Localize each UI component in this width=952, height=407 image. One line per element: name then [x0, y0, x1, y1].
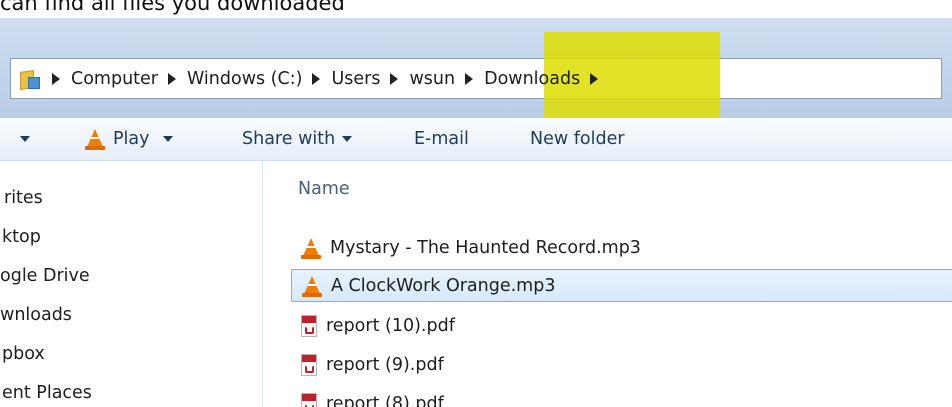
pdf-icon	[301, 392, 317, 407]
file-row-selected[interactable]: A ClockWork Orange.mp3	[291, 269, 952, 302]
chevron-right-icon[interactable]	[465, 72, 474, 85]
address-bar-region: Computer Windows (C:) Users wsun Downloa…	[0, 18, 952, 118]
new-folder-label: New folder	[530, 129, 625, 149]
chevron-down-icon	[342, 136, 353, 142]
nav-item-recent-places[interactable]: ent Places	[2, 380, 92, 406]
nav-item-dropbox[interactable]: pbox	[2, 341, 45, 367]
breadcrumb-users[interactable]: Users	[331, 69, 380, 89]
folder-icon	[18, 67, 42, 91]
file-row[interactable]: report (8).pdf	[291, 387, 952, 407]
caption-text: can find all files you downloaded	[0, 0, 345, 15]
new-folder-button[interactable]: New folder	[530, 118, 625, 160]
nav-item-desktop[interactable]: ktop	[2, 224, 41, 250]
organize-dropdown-button[interactable]	[11, 118, 30, 160]
chevron-right-icon[interactable]	[390, 72, 399, 85]
email-label: E-mail	[414, 129, 469, 149]
share-with-label: Share with	[242, 129, 336, 149]
breadcrumb-downloads[interactable]: Downloads	[484, 69, 580, 89]
file-list: Name Mystary - The Haunted Record.mp3 A …	[263, 161, 952, 407]
file-name: Mystary - The Haunted Record.mp3	[330, 237, 641, 258]
file-name: report (10).pdf	[326, 315, 455, 336]
breadcrumb-windows-c[interactable]: Windows (C:)	[187, 69, 302, 89]
file-name: report (8).pdf	[326, 393, 444, 407]
chevron-right-icon[interactable]	[52, 72, 60, 85]
file-row[interactable]: report (9).pdf	[291, 348, 952, 381]
share-with-button[interactable]: Share with	[242, 118, 353, 160]
nav-item-favorites[interactable]: rites	[4, 185, 43, 211]
breadcrumb-computer[interactable]: Computer	[71, 69, 158, 89]
command-bar: Play Share with E-mail New folder	[0, 118, 952, 161]
breadcrumb-wsun[interactable]: wsun	[409, 69, 455, 89]
chevron-right-icon[interactable]	[312, 72, 321, 85]
file-name: report (9).pdf	[326, 354, 444, 375]
chevron-down-icon	[162, 136, 173, 142]
play-label: Play	[113, 129, 150, 149]
email-button[interactable]: E-mail	[414, 118, 469, 160]
column-header-name[interactable]: Name	[298, 179, 350, 199]
file-name: A ClockWork Orange.mp3	[331, 275, 556, 296]
pdf-icon	[301, 314, 317, 337]
vlc-cone-icon	[302, 275, 322, 297]
chevron-right-icon[interactable]	[168, 72, 176, 85]
chevron-right-icon[interactable]	[590, 72, 599, 85]
file-row[interactable]: report (10).pdf	[291, 309, 952, 342]
breadcrumb: Computer Windows (C:) Users wsun Downloa…	[10, 58, 609, 99]
file-row[interactable]: Mystary - The Haunted Record.mp3	[291, 231, 952, 264]
pdf-icon	[301, 353, 317, 376]
vlc-cone-icon	[85, 128, 105, 150]
explorer-window: Computer Windows (C:) Users wsun Downloa…	[0, 18, 952, 407]
play-button[interactable]: Play	[85, 118, 173, 160]
navigation-pane: rites ktop ogle Drive wnloads pbox ent P…	[0, 161, 263, 407]
chevron-down-icon	[20, 136, 30, 142]
nav-item-google-drive[interactable]: ogle Drive	[0, 263, 90, 289]
vlc-cone-icon	[301, 237, 321, 259]
nav-item-downloads[interactable]: wnloads	[0, 302, 72, 328]
